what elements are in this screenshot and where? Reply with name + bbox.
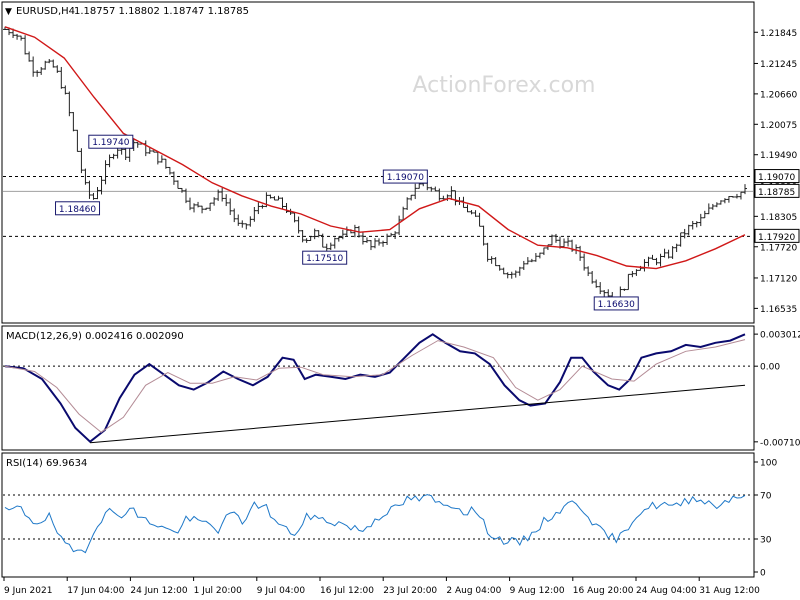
price-annotation-label: 1.16630 <box>598 300 635 310</box>
macd-ytick-label: -0.007109 <box>760 438 800 448</box>
rsi-label: RSI(14) 69.9634 <box>6 458 87 469</box>
x-tick-label: 2 Aug 04:00 <box>446 586 501 596</box>
macd-panel-frame <box>1 325 755 451</box>
price-annotation-label: 1.17510 <box>306 254 343 264</box>
price-ytick-label: 1.21245 <box>760 60 797 70</box>
x-tick-label: 9 Jun 2021 <box>4 586 52 596</box>
rsi-ytick-label: 70 <box>760 492 772 502</box>
price-ytick-label: 1.19490 <box>760 151 797 161</box>
macd-ytick-label: 0.00 <box>760 363 780 373</box>
rsi-ytick-label: 0 <box>760 569 766 579</box>
rsi-ytick-label: 30 <box>760 536 772 546</box>
x-tick-label: 31 Aug 12:00 <box>699 586 760 596</box>
x-tick-label: 23 Jul 20:00 <box>383 586 437 596</box>
price-ytick-label: 1.16535 <box>760 305 797 315</box>
price-ytick-label: 1.18305 <box>760 213 797 223</box>
ohlc-label: 1.18757 1.18802 1.18747 1.18785 <box>74 6 249 17</box>
x-tick-label: 1 Jul 20:00 <box>194 586 243 596</box>
symbol-label: EURUSD,H4 <box>16 6 75 17</box>
x-tick-label: 17 Jun 04:00 <box>67 586 124 596</box>
price-panel-frame <box>1 1 755 324</box>
watermark: ActionForex.com <box>413 73 596 98</box>
x-tick-label: 16 Jul 12:00 <box>320 586 374 596</box>
x-tick-label: 24 Aug 04:00 <box>636 586 697 596</box>
x-tick-label: 16 Aug 20:00 <box>573 586 634 596</box>
header-dropdown-icon[interactable]: ▼ <box>5 7 12 17</box>
x-axis: 9 Jun 2021 17 Jun 04:00 24 Jun 12:00 1 Jul … <box>3 577 760 596</box>
rsi-ytick-label: 100 <box>760 459 777 469</box>
price-ytick-label: 1.17720 <box>760 243 797 253</box>
level-tag-label: 1.19070 <box>758 173 795 183</box>
x-tick-label: 24 Jun 12:00 <box>130 586 187 596</box>
level-tag-label: 1.17920 <box>758 233 795 243</box>
chart-stage: ActionForex.com ▼ EURUSD,H4 1.18757 1.18… <box>1 1 800 596</box>
x-tick-label: 9 Aug 12:00 <box>510 586 565 596</box>
macd-label: MACD(12,26,9) 0.002416 0.002090 <box>6 331 184 342</box>
price-ytick-label: 1.21845 <box>760 29 797 39</box>
current-price-label: 1.18785 <box>758 188 795 198</box>
x-tick-label: 9 Jul 04:00 <box>257 586 306 596</box>
macd-ytick-label: 0.003012 <box>760 331 800 341</box>
price-annotation-label: 1.19070 <box>387 173 424 183</box>
rsi-panel-frame <box>1 452 755 578</box>
price-ytick-label: 1.20075 <box>760 121 797 131</box>
price-ytick-label: 1.17120 <box>760 274 797 284</box>
price-annotation-label: 1.18460 <box>59 205 96 215</box>
price-ytick-label: 1.20660 <box>760 90 797 100</box>
price-annotation-label: 1.19740 <box>92 138 129 148</box>
